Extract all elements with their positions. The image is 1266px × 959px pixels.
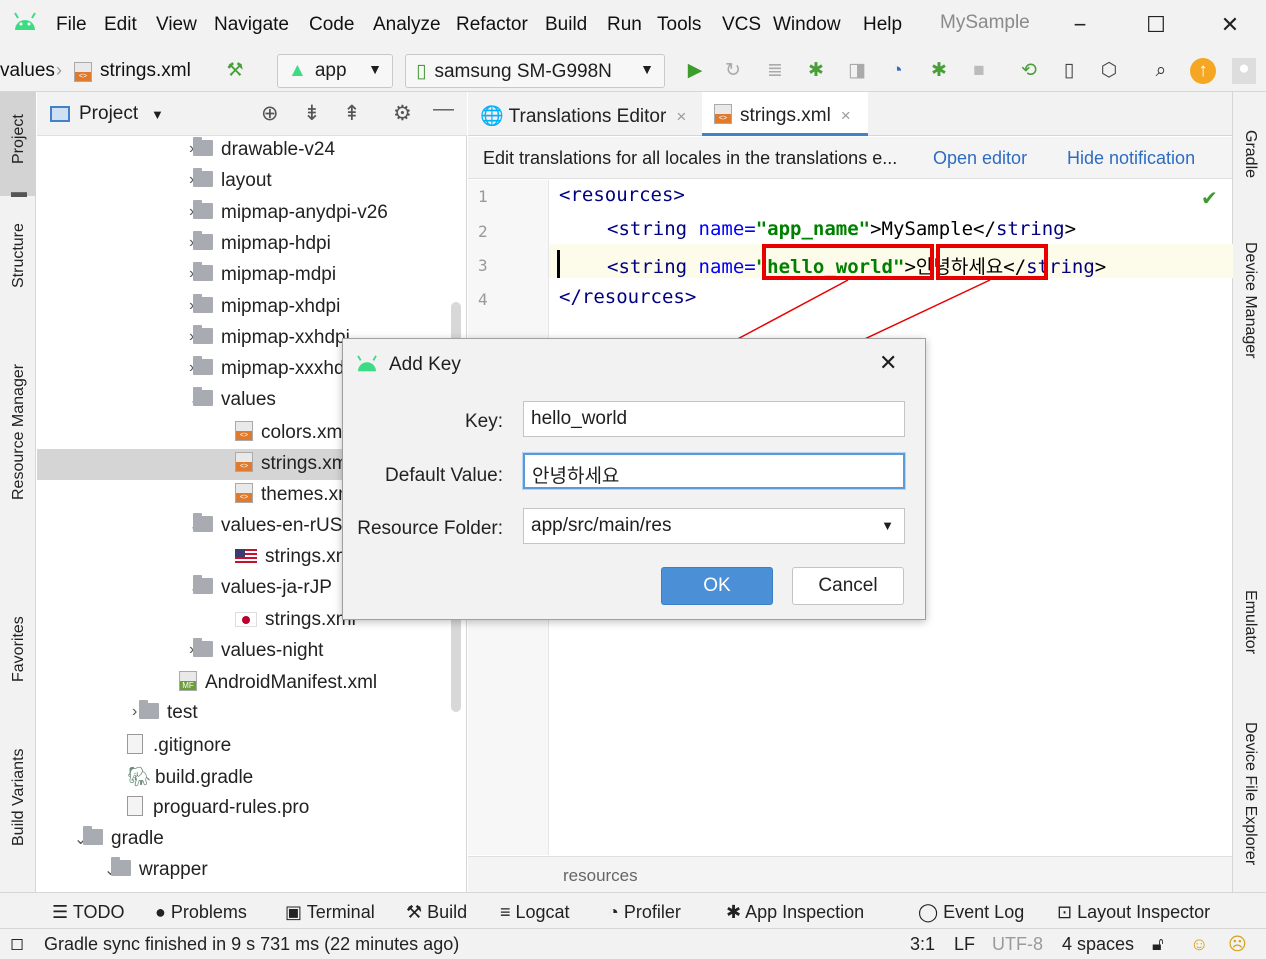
profiler-icon: ◔: [608, 902, 624, 922]
add-key-dialog: Add Key ✕ Key: hello_world Default Value…: [342, 338, 926, 620]
list-icon: ☰: [52, 902, 73, 922]
status-bar: ◻ Gradle sync finished in 9 s 731 ms (22…: [0, 928, 1266, 959]
status-toggle-icon[interactable]: ◻: [10, 934, 24, 954]
ok-button[interactable]: OK: [661, 567, 773, 605]
app-inspection-button[interactable]: ✱ App Inspection: [726, 902, 864, 923]
tool-label: Problems: [170, 902, 247, 922]
tool-label: Event Log: [943, 902, 1025, 922]
line-separator[interactable]: LF: [954, 934, 975, 955]
build-button[interactable]: ⚒ Build: [406, 902, 467, 923]
default-value-input[interactable]: 안녕하세요: [523, 453, 905, 489]
tool-label: Logcat: [515, 902, 570, 922]
tool-window-bar: ☰ TODO ● Problems ▣ Terminal ⚒ Build ≡ L…: [0, 892, 1266, 928]
lock-icon[interactable]: 🔓︎: [1152, 934, 1164, 955]
status-message[interactable]: Gradle sync finished in 9 s 731 ms (22 m…: [44, 934, 459, 955]
default-value-label: Default Value:: [385, 465, 503, 486]
happy-feedback-icon[interactable]: ☺: [1190, 934, 1208, 955]
log-icon: ≡: [500, 902, 516, 922]
event-log-icon: ◯: [918, 902, 944, 922]
tool-label: Profiler: [623, 902, 681, 922]
key-input[interactable]: hello_world: [523, 401, 905, 437]
tool-label: Build: [427, 902, 468, 922]
cancel-button[interactable]: Cancel: [792, 567, 904, 605]
dialog-title: Add Key: [389, 354, 461, 375]
tool-label: TODO: [72, 902, 125, 922]
inspection-icon: ✱: [726, 902, 746, 922]
profiler-button[interactable]: ◔ Profiler: [608, 902, 681, 923]
tool-label: Layout Inspector: [1077, 902, 1211, 922]
key-label: Key:: [464, 411, 503, 432]
resource-folder-value: app/src/main/res: [531, 515, 672, 536]
logcat-button[interactable]: ≡ Logcat: [500, 902, 570, 923]
hammer-icon: ⚒: [406, 902, 428, 922]
file-encoding[interactable]: UTF-8: [992, 934, 1043, 955]
terminal-button[interactable]: ▣ Terminal: [285, 902, 375, 923]
dialog-close-icon[interactable]: ✕: [879, 350, 897, 376]
resource-folder-select[interactable]: app/src/main/res ▼: [523, 508, 905, 544]
dropdown-arrow-icon: ▼: [881, 518, 894, 533]
caret-position[interactable]: 3:1: [910, 934, 935, 955]
android-logo-icon: [357, 355, 377, 372]
tool-label: Terminal: [306, 902, 375, 922]
sad-feedback-icon[interactable]: ☹: [1228, 934, 1247, 955]
indent-setting[interactable]: 4 spaces: [1062, 934, 1134, 955]
layout-inspector-button[interactable]: ⊡ Layout Inspector: [1057, 902, 1210, 923]
info-icon: ●: [155, 902, 171, 922]
problems-button[interactable]: ● Problems: [155, 902, 247, 923]
resource-folder-label: Resource Folder:: [357, 518, 503, 539]
terminal-icon: ▣: [285, 902, 307, 922]
layout-inspector-icon: ⊡: [1057, 902, 1078, 922]
tool-label: App Inspection: [745, 902, 865, 922]
todo-button[interactable]: ☰ TODO: [52, 902, 124, 923]
event-log-button[interactable]: ◯ Event Log: [918, 902, 1024, 923]
